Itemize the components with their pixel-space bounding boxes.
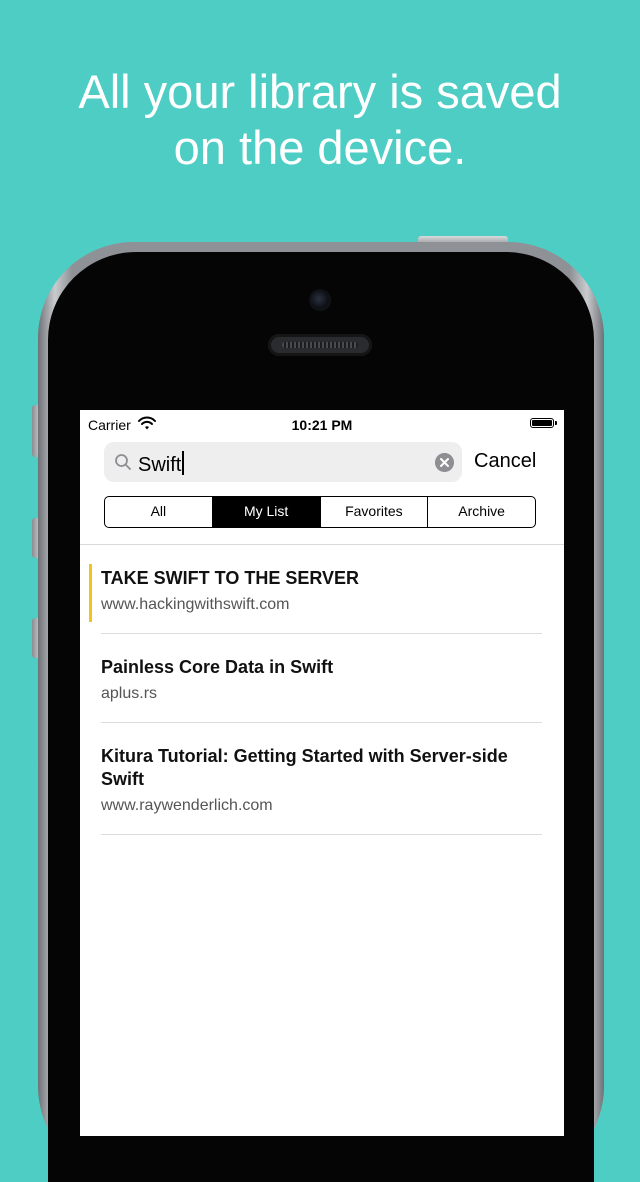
divider xyxy=(101,834,542,835)
list-item[interactable]: Kitura Tutorial: Getting Started with Se… xyxy=(80,723,564,835)
tab-favorites[interactable]: Favorites xyxy=(321,497,429,527)
list-item[interactable]: TAKE SWIFT TO THE SERVER www.hackingwith… xyxy=(80,545,564,634)
earpiece-speaker xyxy=(268,334,372,356)
tab-all[interactable]: All xyxy=(105,497,213,527)
battery-icon xyxy=(530,418,557,428)
list-item[interactable]: Painless Core Data in Swift aplus.rs xyxy=(80,634,564,723)
headline: All your library is saved on the device. xyxy=(0,64,640,176)
status-bar: Carrier 10:21 PM xyxy=(80,410,564,438)
item-url: www.raywenderlich.com xyxy=(101,797,273,814)
article-list: TAKE SWIFT TO THE SERVER www.hackingwith… xyxy=(80,545,564,835)
filter-segmented-control: All My List Favorites Archive xyxy=(104,496,536,528)
phone-screen: Carrier 10:21 PM Swift Cancel All My Lis… xyxy=(80,410,564,1136)
highlight-bar xyxy=(89,564,92,622)
headline-line-1: All your library is saved xyxy=(78,65,562,118)
item-title: TAKE SWIFT TO THE SERVER xyxy=(101,568,360,588)
tab-my-list[interactable]: My List xyxy=(212,497,321,527)
item-url: aplus.rs xyxy=(101,685,158,702)
item-title: Painless Core Data in Swift xyxy=(101,657,334,677)
item-title: Kitura Tutorial: Getting Started with Se… xyxy=(101,746,508,789)
cancel-button[interactable]: Cancel xyxy=(474,450,536,473)
search-value-text: Swift xyxy=(138,454,182,476)
tab-archive[interactable]: Archive xyxy=(428,497,535,527)
search-value[interactable]: Swift xyxy=(138,451,185,477)
item-url: www.hackingwithswift.com xyxy=(101,596,290,613)
text-cursor xyxy=(182,451,185,475)
search-input[interactable]: Swift xyxy=(104,442,462,482)
search-icon xyxy=(115,454,131,470)
headline-line-2: on the device. xyxy=(173,121,467,174)
status-time: 10:21 PM xyxy=(291,417,353,433)
clear-icon[interactable] xyxy=(435,453,454,472)
front-camera xyxy=(309,289,331,311)
